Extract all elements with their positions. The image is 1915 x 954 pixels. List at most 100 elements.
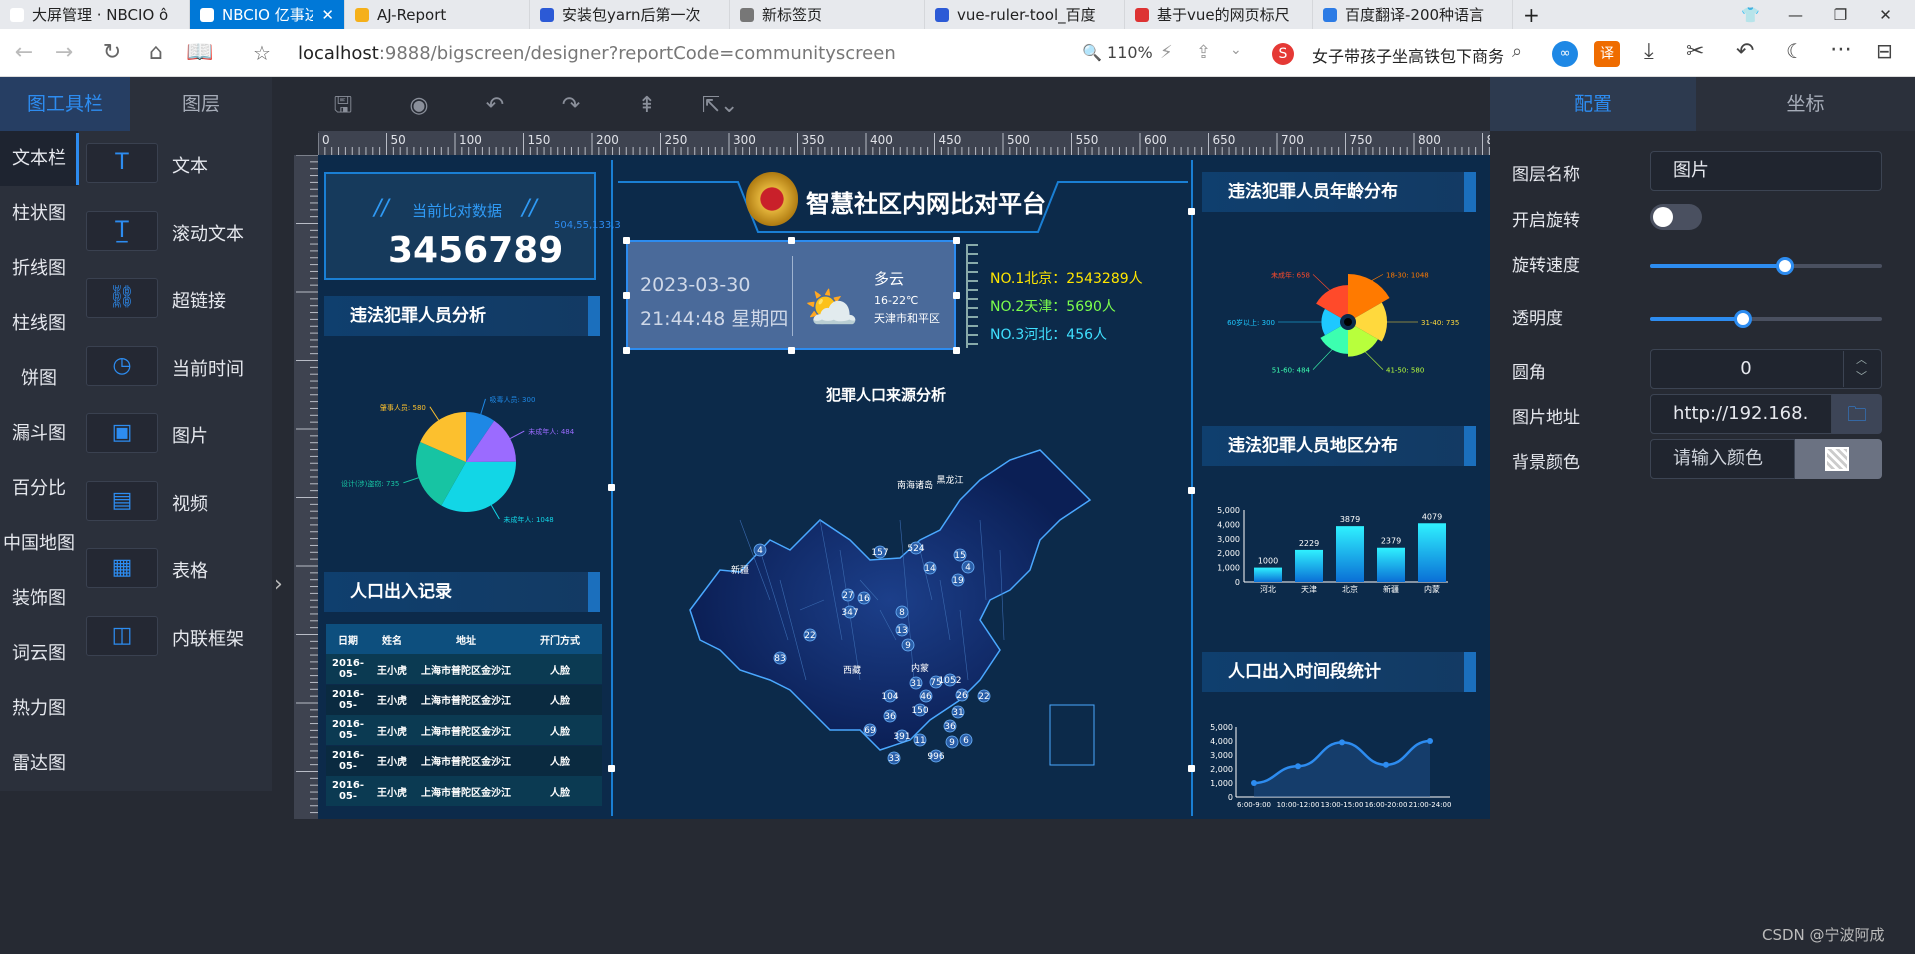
download-icon[interactable]: ⤓	[1644, 39, 1654, 64]
sidebar-toggle-icon[interactable]: ⊟	[1876, 39, 1893, 63]
crime-pie-chart[interactable]: 吸毒人员: 300 未成年人: 484 未成年人: 1048 设计(涉)盗窃: 735…	[330, 380, 600, 540]
chevron-down-icon[interactable]: ⌄	[1230, 42, 1242, 58]
share-icon[interactable]: ⇪	[1196, 42, 1211, 63]
component-label[interactable]: 滚动文本	[172, 220, 244, 246]
component-label[interactable]: 当前时间	[172, 355, 244, 381]
shirt-icon[interactable]: 👕	[1728, 0, 1773, 29]
new-tab-icon[interactable]: +	[1513, 0, 1550, 29]
rotate-speed-slider[interactable]	[1650, 257, 1882, 275]
browser-tab[interactable]: AJ-Report	[345, 0, 530, 29]
category-item[interactable]: 雷达图	[0, 736, 78, 791]
table-row[interactable]: 2016-05- 王小虎 上海市普陀区金沙江 人脸	[326, 715, 602, 745]
close-tab-icon[interactable]: ✕	[313, 6, 334, 24]
table-row[interactable]: 2016-05- 王小虎 上海市普陀区金沙江 人脸	[326, 684, 602, 715]
zoom-indicator[interactable]: 🔍 110%	[1082, 43, 1153, 62]
collapse-arrow-icon[interactable]: ›	[274, 572, 283, 597]
handle[interactable]	[608, 765, 615, 772]
component-label[interactable]: 超链接	[172, 287, 226, 313]
search-icon[interactable]: ⌕	[1512, 41, 1522, 62]
more-icon[interactable]: ⋯	[1830, 37, 1852, 62]
component-label[interactable]: 文本	[172, 152, 208, 178]
slider-knob[interactable]	[1775, 257, 1794, 275]
region-bar-chart[interactable]: 5,000 4,000 3,000 2,000 1,000 0 1000 河北 2229 天津 38…	[1200, 498, 1480, 608]
category-item[interactable]: 文本栏	[0, 131, 78, 186]
browser-tab[interactable]: 大屏管理 · NBCIO ô	[0, 0, 190, 29]
resize-handle[interactable]	[788, 347, 795, 354]
handle[interactable]	[608, 484, 615, 491]
component-icon[interactable]: T	[86, 143, 158, 183]
browser-tab[interactable]: vue-ruler-tool_百度	[925, 0, 1125, 29]
browser-tab[interactable]: 基于vue的网页标尺	[1125, 0, 1313, 29]
resize-handle[interactable]	[953, 237, 960, 244]
component-icon[interactable]: ⛓	[86, 278, 158, 318]
close-window-icon[interactable]: ✕	[1863, 0, 1908, 29]
minimize-icon[interactable]: —	[1773, 0, 1818, 29]
scissors-icon[interactable]: ✂	[1686, 39, 1704, 64]
reader-icon[interactable]: 📖	[186, 39, 214, 67]
preview-icon[interactable]: ◉	[406, 93, 432, 119]
browser-tab[interactable]: 百度翻译-200种语言	[1313, 0, 1513, 29]
category-item[interactable]: 中国地图	[0, 516, 78, 571]
component-label[interactable]: 表格	[172, 557, 208, 583]
image-url-input[interactable]: http://192.168.	[1650, 394, 1832, 434]
component-icon[interactable]: T̲	[86, 210, 158, 251]
search-engine-icon[interactable]: S	[1272, 43, 1294, 65]
component-icon[interactable]: ▦	[86, 548, 158, 588]
category-item[interactable]: 热力图	[0, 681, 78, 736]
handle[interactable]	[1188, 208, 1195, 215]
tab-coordinates[interactable]: 坐标	[1696, 77, 1915, 131]
table-row[interactable]: 2016-05- 王小虎 上海市普陀区金沙江 人脸	[326, 654, 602, 684]
search-suggestion[interactable]: 女子带孩子坐高铁包下商务	[1312, 43, 1504, 67]
category-item[interactable]: 折线图	[0, 241, 78, 296]
component-label[interactable]: 图片	[172, 422, 208, 448]
radius-stepper[interactable]: ︿ ﹀	[1843, 351, 1879, 387]
rotate-toggle[interactable]	[1650, 204, 1702, 230]
browser-tab[interactable]: 安装包yarn后第一次	[530, 0, 730, 29]
extension-infinity-icon[interactable]: ∞	[1552, 41, 1578, 67]
resize-handle[interactable]	[623, 292, 630, 299]
back-icon[interactable]: ←	[10, 39, 38, 67]
component-label[interactable]: 视频	[172, 490, 208, 516]
component-icon[interactable]: ▣	[86, 413, 158, 453]
tab-config[interactable]: 配置	[1490, 77, 1696, 131]
category-item[interactable]: 饼图	[0, 351, 78, 406]
category-item[interactable]: 漏斗图	[0, 406, 78, 461]
table-row[interactable]: 2016-05- 王小虎 上海市普陀区金沙江 人脸	[326, 745, 602, 776]
browser-tab[interactable]: 新标签页	[730, 0, 925, 29]
handle[interactable]	[1188, 765, 1195, 772]
tab-toolbox[interactable]: 图工具栏	[0, 77, 130, 131]
resize-handle[interactable]	[623, 237, 630, 244]
layer-name-input[interactable]: 图片	[1650, 151, 1882, 191]
browser-tab[interactable]: NBCIO 亿事达企业✕	[190, 0, 345, 29]
category-item[interactable]: 词云图	[0, 626, 78, 681]
category-item[interactable]: 百分比	[0, 461, 78, 516]
reload-icon[interactable]: ↻	[98, 39, 126, 67]
selected-image-widget[interactable]: 2023-03-30 21:44:48 星期四 ⛅ 多云 16-22℃ 天津市和…	[626, 240, 956, 350]
opacity-slider[interactable]	[1650, 310, 1882, 328]
resize-handle[interactable]	[953, 292, 960, 299]
tab-layers[interactable]: 图层	[130, 77, 272, 131]
dark-mode-icon[interactable]: ☾	[1786, 39, 1804, 63]
slider-knob[interactable]	[1733, 310, 1752, 328]
lightning-icon[interactable]: ⚡	[1160, 42, 1173, 63]
undo-icon[interactable]: ↶	[482, 93, 508, 119]
redo-icon[interactable]: ↷	[558, 93, 584, 119]
resize-handle[interactable]	[788, 237, 795, 244]
table-row[interactable]: 2016-05- 王小虎 上海市普陀区金沙江 人脸	[326, 776, 602, 806]
category-item[interactable]: 装饰图	[0, 571, 78, 626]
component-icon[interactable]: ▤	[86, 480, 158, 521]
translate-icon[interactable]: 译	[1594, 41, 1620, 67]
restore-icon[interactable]: ❐	[1818, 0, 1863, 29]
component-icon[interactable]: ◷	[86, 345, 158, 386]
home-icon[interactable]: ⌂	[142, 39, 170, 67]
component-icon[interactable]: ◫	[86, 615, 158, 656]
category-item[interactable]: 柱状图	[0, 186, 78, 241]
url-field[interactable]: localhost:9888/bigscreen/designer?report…	[298, 43, 896, 64]
time-line-chart[interactable]: 5,000 4,000 3,000 2,000 1,000 0 6:00-9:00 10:00…	[1200, 715, 1480, 815]
component-label[interactable]: 内联框架	[172, 625, 244, 651]
forward-icon[interactable]: →	[50, 39, 78, 67]
resize-handle[interactable]	[623, 347, 630, 354]
age-rose-chart[interactable]: 18-30: 1048 31-40: 735 41-50: 580 51-60: 48…	[1204, 250, 1480, 390]
folder-icon[interactable]: 🗀	[1832, 394, 1882, 434]
category-item[interactable]: 柱线图	[0, 296, 78, 351]
